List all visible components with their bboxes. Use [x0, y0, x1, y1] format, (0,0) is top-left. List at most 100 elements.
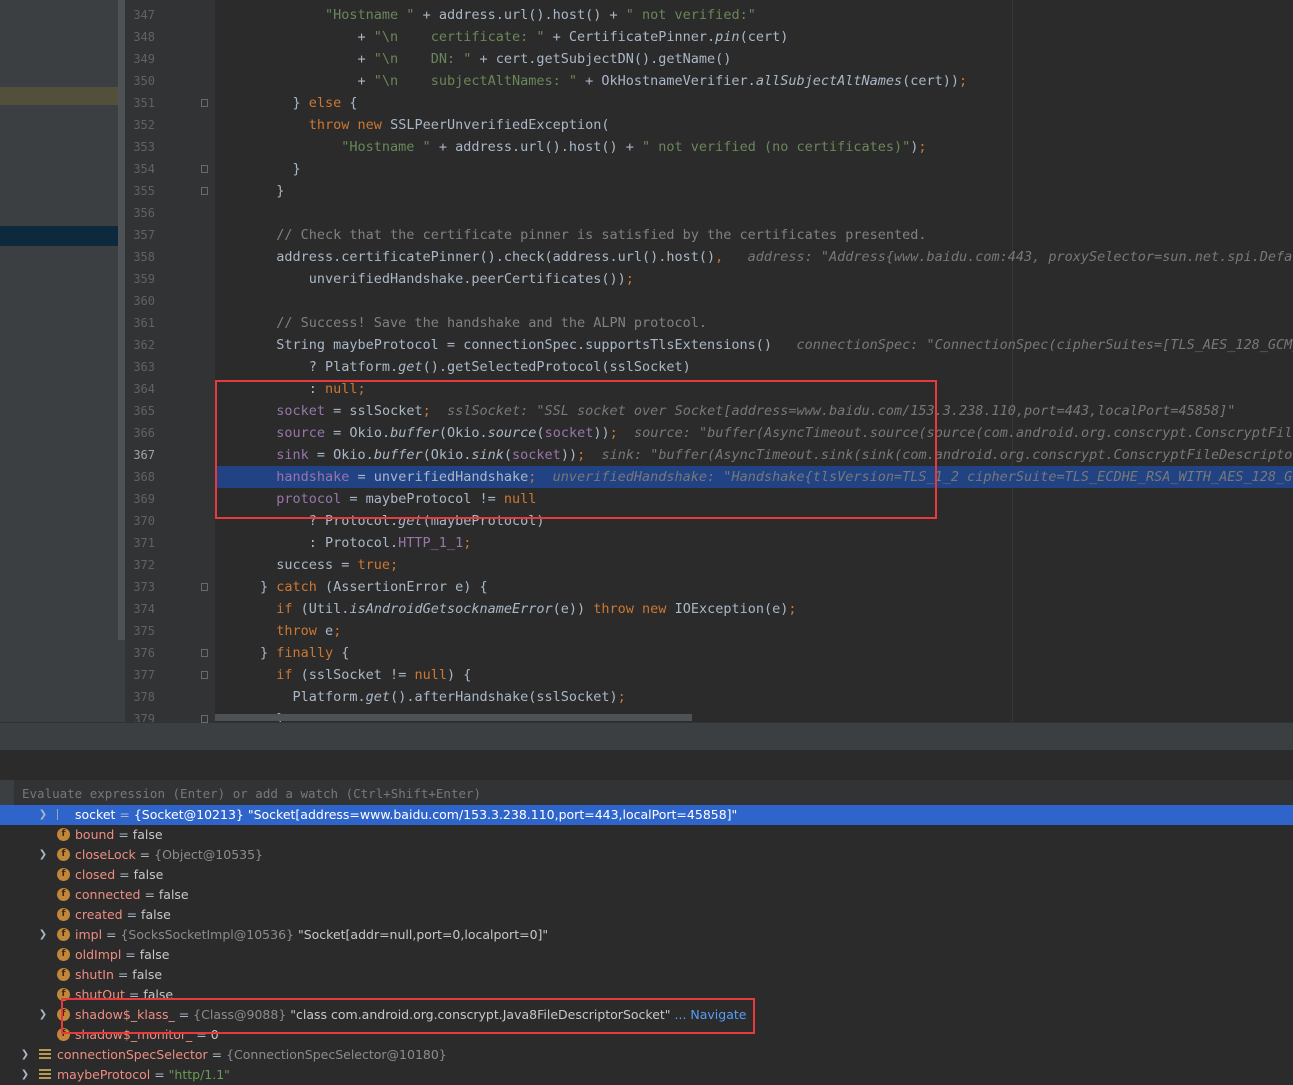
- code-editor[interactable]: "Hostname " + address.url().host() + " n…: [215, 0, 1293, 722]
- line-number[interactable]: 378: [125, 686, 155, 708]
- line-number[interactable]: 361: [125, 312, 155, 334]
- line-number[interactable]: 371: [125, 532, 155, 554]
- expand-arrow-icon[interactable]: ❯: [20, 1065, 30, 1085]
- line-number[interactable]: 370: [125, 510, 155, 532]
- line-number[interactable]: 362: [125, 334, 155, 356]
- fold-marker-icon[interactable]: [201, 583, 208, 591]
- code-token: String maybeProtocol = connectionSpec.su…: [260, 337, 797, 353]
- code-line[interactable]: [215, 202, 1293, 224]
- line-number[interactable]: 350: [125, 70, 155, 92]
- line-number[interactable]: 358: [125, 246, 155, 268]
- expand-arrow-icon[interactable]: ❯: [38, 925, 48, 945]
- code-token: // Success! Save the handshake and the A…: [276, 315, 708, 331]
- line-number[interactable]: 364: [125, 378, 155, 400]
- code-line[interactable]: success = true;: [215, 554, 1293, 576]
- expand-arrow-icon[interactable]: ❯: [38, 845, 48, 865]
- code-token: "\n DN: ": [373, 51, 480, 67]
- code-token: ;: [463, 535, 472, 551]
- code-line[interactable]: [215, 290, 1293, 312]
- line-number[interactable]: 354: [125, 158, 155, 180]
- variable-row[interactable]: ❯ f closeLock = {Object@10535}: [0, 845, 1293, 865]
- line-number[interactable]: 349: [125, 48, 155, 70]
- variable-row[interactable]: ❯ connectionSpecSelector = {ConnectionSpe…: [0, 1045, 1293, 1065]
- expand-arrow-icon[interactable]: ❯: [20, 1045, 30, 1065]
- code-line[interactable]: "Hostname " + address.url().host() + " n…: [215, 4, 1293, 26]
- left-panel-scrollbar[interactable]: [118, 0, 125, 640]
- code-line[interactable]: }: [215, 180, 1293, 202]
- code-line[interactable]: if (sslSocket != null) {: [215, 664, 1293, 686]
- line-number[interactable]: 360: [125, 290, 155, 312]
- variable-row[interactable]: f closed = false: [0, 865, 1293, 885]
- code-line[interactable]: + "\n DN: " + cert.getSubjectDN().getNam…: [215, 48, 1293, 70]
- editor-horizontal-scrollbar[interactable]: [215, 714, 692, 721]
- line-number[interactable]: 377: [125, 664, 155, 686]
- code-line[interactable]: Platform.get().afterHandshake(sslSocket)…: [215, 686, 1293, 708]
- line-number[interactable]: 376: [125, 642, 155, 664]
- line-number[interactable]: 365: [125, 400, 155, 422]
- line-number[interactable]: 375: [125, 620, 155, 642]
- line-number[interactable]: 363: [125, 356, 155, 378]
- code-line[interactable]: throw new SSLPeerUnverifiedException(: [215, 114, 1293, 136]
- code-line[interactable]: // Success! Save the handshake and the A…: [215, 312, 1293, 334]
- fold-marker-icon[interactable]: [201, 715, 208, 723]
- line-number[interactable]: 351: [125, 92, 155, 114]
- code-token: "\n subjectAltNames: ": [373, 73, 586, 89]
- line-number[interactable]: 367: [125, 444, 155, 466]
- line-number[interactable]: 359: [125, 268, 155, 290]
- variable-row[interactable]: f created = false: [0, 905, 1293, 925]
- line-number[interactable]: 368: [125, 466, 155, 488]
- fold-marker-icon[interactable]: [201, 99, 208, 107]
- line-number[interactable]: 356: [125, 202, 155, 224]
- fold-marker-icon[interactable]: [201, 649, 208, 657]
- evaluate-expression-input[interactable]: Evaluate expression (Enter) or add a wat…: [14, 780, 1293, 807]
- line-number[interactable]: 357: [125, 224, 155, 246]
- variable-row[interactable]: f bound = false: [0, 825, 1293, 845]
- code-line[interactable]: if (Util.isAndroidGetsocknameError(e)) t…: [215, 598, 1293, 620]
- variable-row[interactable]: f oldImpl = false: [0, 945, 1293, 965]
- code-line[interactable]: // Check that the certificate pinner is …: [215, 224, 1293, 246]
- code-token: + OkHostnameVerifier.: [585, 73, 756, 89]
- code-line[interactable]: } catch (AssertionError e) {: [215, 576, 1293, 598]
- code-line[interactable]: throw e;: [215, 620, 1293, 642]
- code-line[interactable]: + "\n subjectAltNames: " + OkHostnameVer…: [215, 70, 1293, 92]
- code-line[interactable]: } finally {: [215, 642, 1293, 664]
- code-line[interactable]: : Protocol.HTTP_1_1;: [215, 532, 1293, 554]
- line-number[interactable]: 373: [125, 576, 155, 598]
- variable-row[interactable]: f shutIn = false: [0, 965, 1293, 985]
- line-number[interactable]: 348: [125, 26, 155, 48]
- line-number[interactable]: 353: [125, 136, 155, 158]
- code-line[interactable]: unverifiedHandshake.peerCertificates());: [215, 268, 1293, 290]
- line-number[interactable]: 347: [125, 4, 155, 26]
- line-number[interactable]: 369: [125, 488, 155, 510]
- variable-row[interactable]: f connected = false: [0, 885, 1293, 905]
- line-number[interactable]: 366: [125, 422, 155, 444]
- variable-text: closeLock = {Object@10535}: [75, 845, 263, 865]
- fold-marker-icon[interactable]: [201, 187, 208, 195]
- code-line[interactable]: } else {: [215, 92, 1293, 114]
- line-number[interactable]: 372: [125, 554, 155, 576]
- code-line[interactable]: + "\n certificate: " + CertificatePinner…: [215, 26, 1293, 48]
- code-line[interactable]: "Hostname " + address.url().host() + " n…: [215, 136, 1293, 158]
- expand-arrow-icon[interactable]: ❯: [38, 1005, 48, 1025]
- fold-marker-icon[interactable]: [201, 671, 208, 679]
- code-line[interactable]: String maybeProtocol = connectionSpec.su…: [215, 334, 1293, 356]
- line-number[interactable]: 374: [125, 598, 155, 620]
- code-line[interactable]: address.certificatePinner().check(addres…: [215, 246, 1293, 268]
- expand-arrow-icon[interactable]: ❯: [38, 805, 48, 825]
- variable-row[interactable]: ❯ socket = {Socket@10213} "Socket[address…: [0, 805, 1293, 825]
- code-token: " not verified:": [625, 7, 756, 23]
- code-token: }: [260, 579, 277, 595]
- selected-tree-row[interactable]: [0, 226, 118, 246]
- code-line[interactable]: ? Platform.get().getSelectedProtocol(ssl…: [215, 356, 1293, 378]
- code-line[interactable]: }: [215, 158, 1293, 180]
- code-token: catch: [276, 579, 326, 595]
- variable-row[interactable]: ❯ f impl = {SocksSocketImpl@10536} "Socket…: [0, 925, 1293, 945]
- fold-marker-icon[interactable]: [201, 165, 208, 173]
- line-number[interactable]: 352: [125, 114, 155, 136]
- line-number[interactable]: 355: [125, 180, 155, 202]
- field-icon: f: [57, 848, 70, 861]
- variable-name: maybeProtocol: [57, 1067, 151, 1082]
- code-token: }: [260, 645, 277, 661]
- variable-row[interactable]: ❯ maybeProtocol = "http/1.1": [0, 1065, 1293, 1085]
